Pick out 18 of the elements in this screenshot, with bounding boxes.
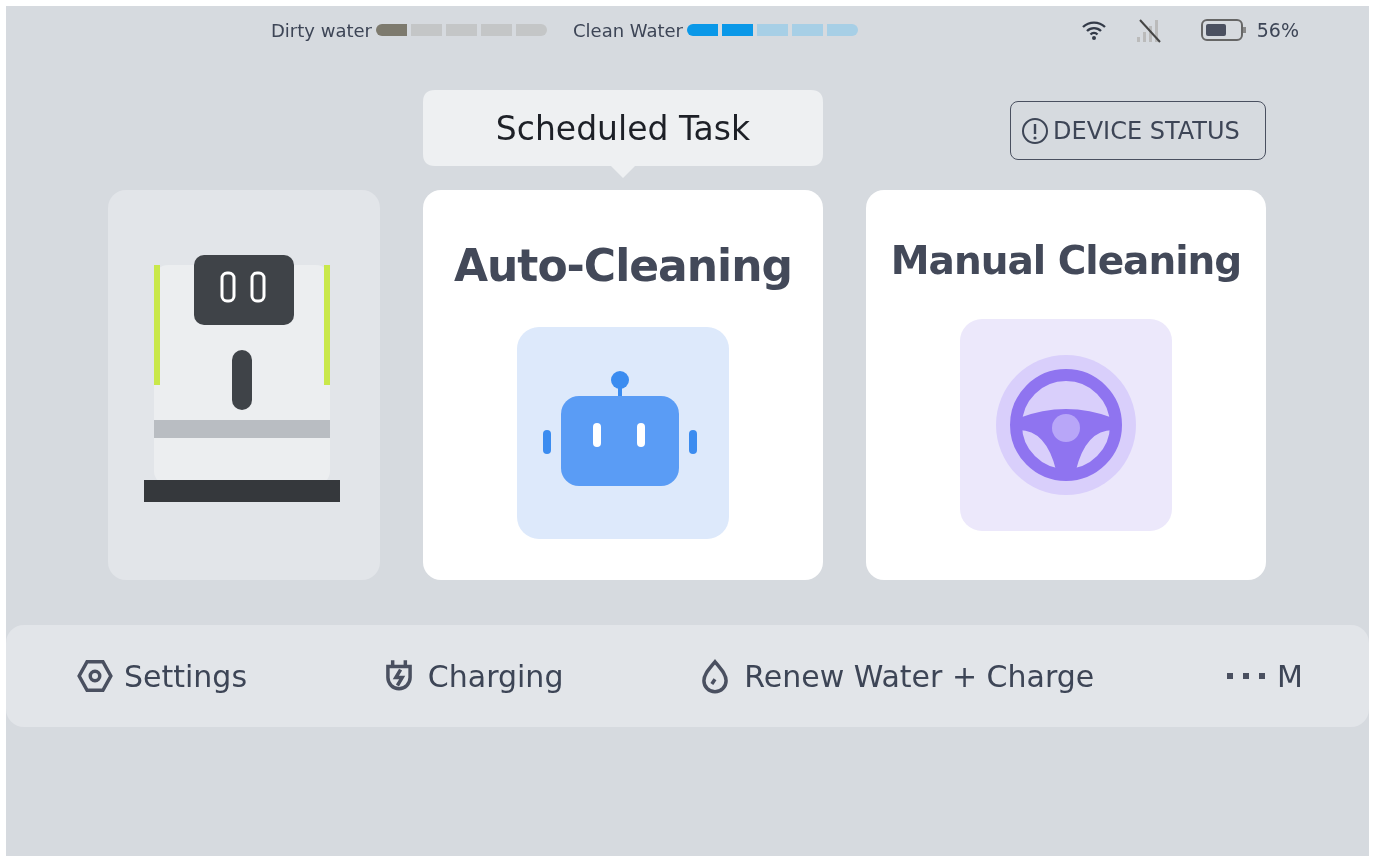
mode-card[interactable]: Manual Cleaning (866, 190, 1266, 580)
gauge-label: Clean Water (573, 19, 683, 41)
mode-card[interactable]: Auto-Cleaning (423, 190, 823, 580)
info-icon (1021, 116, 1049, 145)
scheduled-task-tooltip[interactable]: Scheduled Task (423, 90, 823, 178)
settings-icon (76, 657, 114, 695)
mode-title: Manual Cleaning (890, 238, 1242, 283)
more-icon (1227, 672, 1268, 680)
mode-title: Auto-Cleaning (453, 240, 792, 291)
device-status-button[interactable]: DEVICE STATUS (1010, 101, 1266, 160)
wifi-icon (1080, 20, 1107, 40)
bottom-bar-item[interactable]: M (1227, 658, 1303, 694)
bottom-bar-item[interactable]: Charging (379, 657, 564, 695)
bottom-bar-item[interactable]: Settings (76, 657, 248, 695)
gauge-label: Dirty water (271, 19, 372, 41)
battery-percentage: 56% (1256, 19, 1299, 41)
bottom-bar-item[interactable]: Renew Water + Charge (696, 657, 1095, 695)
battery-icon (1200, 19, 1247, 41)
